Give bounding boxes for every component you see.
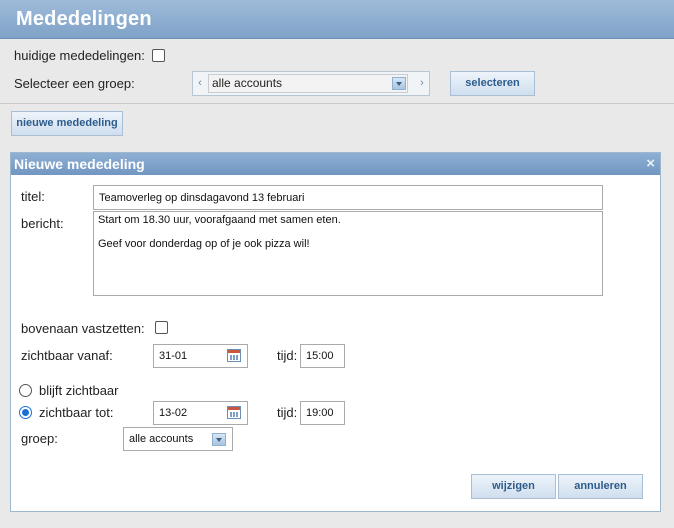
divider	[0, 103, 674, 104]
message-textarea[interactable]: Start om 18.30 uur, voorafgaand met same…	[93, 211, 603, 296]
message-label: bericht:	[21, 216, 64, 231]
visible-until-label: zichtbaar tot:	[39, 405, 114, 420]
stays-visible-radio[interactable]	[19, 384, 32, 397]
calendar-icon[interactable]	[227, 349, 241, 362]
new-notice-button[interactable]: nieuwe mededeling	[11, 111, 123, 136]
previous-group-arrow-icon[interactable]: ‹	[193, 72, 207, 95]
chevron-down-icon[interactable]	[212, 433, 226, 446]
dialog-title: Nieuwe mededeling	[14, 156, 145, 172]
new-notice-dialog: Nieuwe mededeling × titel: bericht: Star…	[10, 152, 661, 512]
dialog-title-bar: Nieuwe mededeling ×	[11, 153, 660, 175]
calendar-icon[interactable]	[227, 406, 241, 419]
dialog-group-value: alle accounts	[129, 433, 194, 445]
cancel-button[interactable]: annuleren	[558, 474, 643, 499]
current-notices-checkbox[interactable]	[152, 49, 165, 62]
dialog-group-select[interactable]: alle accounts	[123, 427, 233, 451]
page-header: Mededelingen	[0, 0, 674, 39]
visible-from-time-label: tijd:	[277, 348, 298, 363]
visible-until-time-label: tijd:	[277, 405, 298, 420]
group-select[interactable]: alle accounts	[208, 74, 408, 93]
visible-until-radio[interactable]	[19, 406, 32, 419]
page-title: Mededelingen	[16, 8, 152, 30]
pin-to-top-checkbox[interactable]	[155, 321, 168, 334]
select-button[interactable]: selecteren	[450, 71, 535, 96]
visible-from-label: zichtbaar vanaf:	[21, 348, 113, 363]
pin-to-top-label: bovenaan vastzetten:	[21, 321, 145, 336]
title-label: titel:	[21, 189, 45, 204]
current-notices-label: huidige mededelingen:	[14, 48, 145, 63]
close-icon[interactable]: ×	[646, 153, 655, 175]
save-button[interactable]: wijzigen	[471, 474, 556, 499]
group-select-value: alle accounts	[212, 76, 283, 90]
next-group-arrow-icon[interactable]: ›	[415, 72, 429, 95]
title-input[interactable]	[93, 185, 603, 210]
group-select-label: Selecteer een groep:	[14, 76, 135, 91]
group-select-carousel: ‹ alle accounts ›	[192, 71, 430, 96]
visible-from-time-input[interactable]	[300, 344, 345, 368]
group-label: groep:	[21, 431, 58, 446]
visible-until-time-input[interactable]	[300, 401, 345, 425]
stays-visible-label: blijft zichtbaar	[39, 383, 119, 398]
chevron-down-icon[interactable]	[392, 77, 406, 90]
